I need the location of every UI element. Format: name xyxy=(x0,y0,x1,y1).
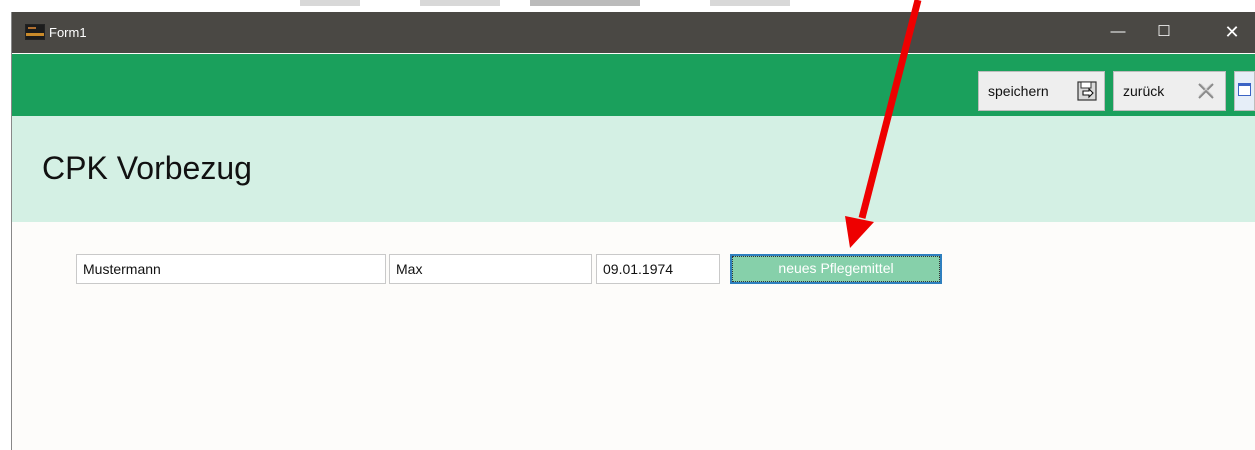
first-name-field[interactable] xyxy=(389,254,592,284)
back-button-label: zurück xyxy=(1123,83,1165,99)
header-band: CPK Vorbezug xyxy=(12,116,1255,222)
background-ghost xyxy=(300,0,360,6)
back-cross-icon xyxy=(1198,83,1214,99)
minimize-button[interactable]: — xyxy=(1095,12,1141,53)
title-bar[interactable]: Form1 — ☐ ✕ xyxy=(12,12,1255,53)
maximize-button[interactable]: ☐ xyxy=(1141,12,1187,53)
background-ghost xyxy=(420,0,500,6)
background-window-strip xyxy=(0,0,1255,12)
save-button-label: speichern xyxy=(988,83,1049,99)
background-ghost xyxy=(530,0,640,6)
page-title: CPK Vorbezug xyxy=(42,150,252,186)
toolbar: speichern zurück xyxy=(12,54,1255,116)
save-disk-icon xyxy=(1077,81,1097,101)
app-icon xyxy=(25,24,45,40)
app-window: Form1 — ☐ ✕ speichern zurück CPK Vorbezu… xyxy=(12,12,1255,450)
save-button[interactable]: speichern xyxy=(978,71,1105,111)
window-restore-icon xyxy=(1238,83,1251,96)
last-name-field[interactable] xyxy=(76,254,386,284)
new-care-product-button-label: neues Pflegemittel xyxy=(732,256,940,282)
background-ghost xyxy=(710,0,790,6)
birth-date-field[interactable] xyxy=(596,254,720,284)
window-title: Form1 xyxy=(49,25,87,40)
new-care-product-button[interactable]: neues Pflegemittel xyxy=(730,254,942,284)
restore-button[interactable] xyxy=(1234,71,1255,111)
close-button[interactable]: ✕ xyxy=(1209,12,1255,53)
back-button[interactable]: zurück xyxy=(1113,71,1226,111)
